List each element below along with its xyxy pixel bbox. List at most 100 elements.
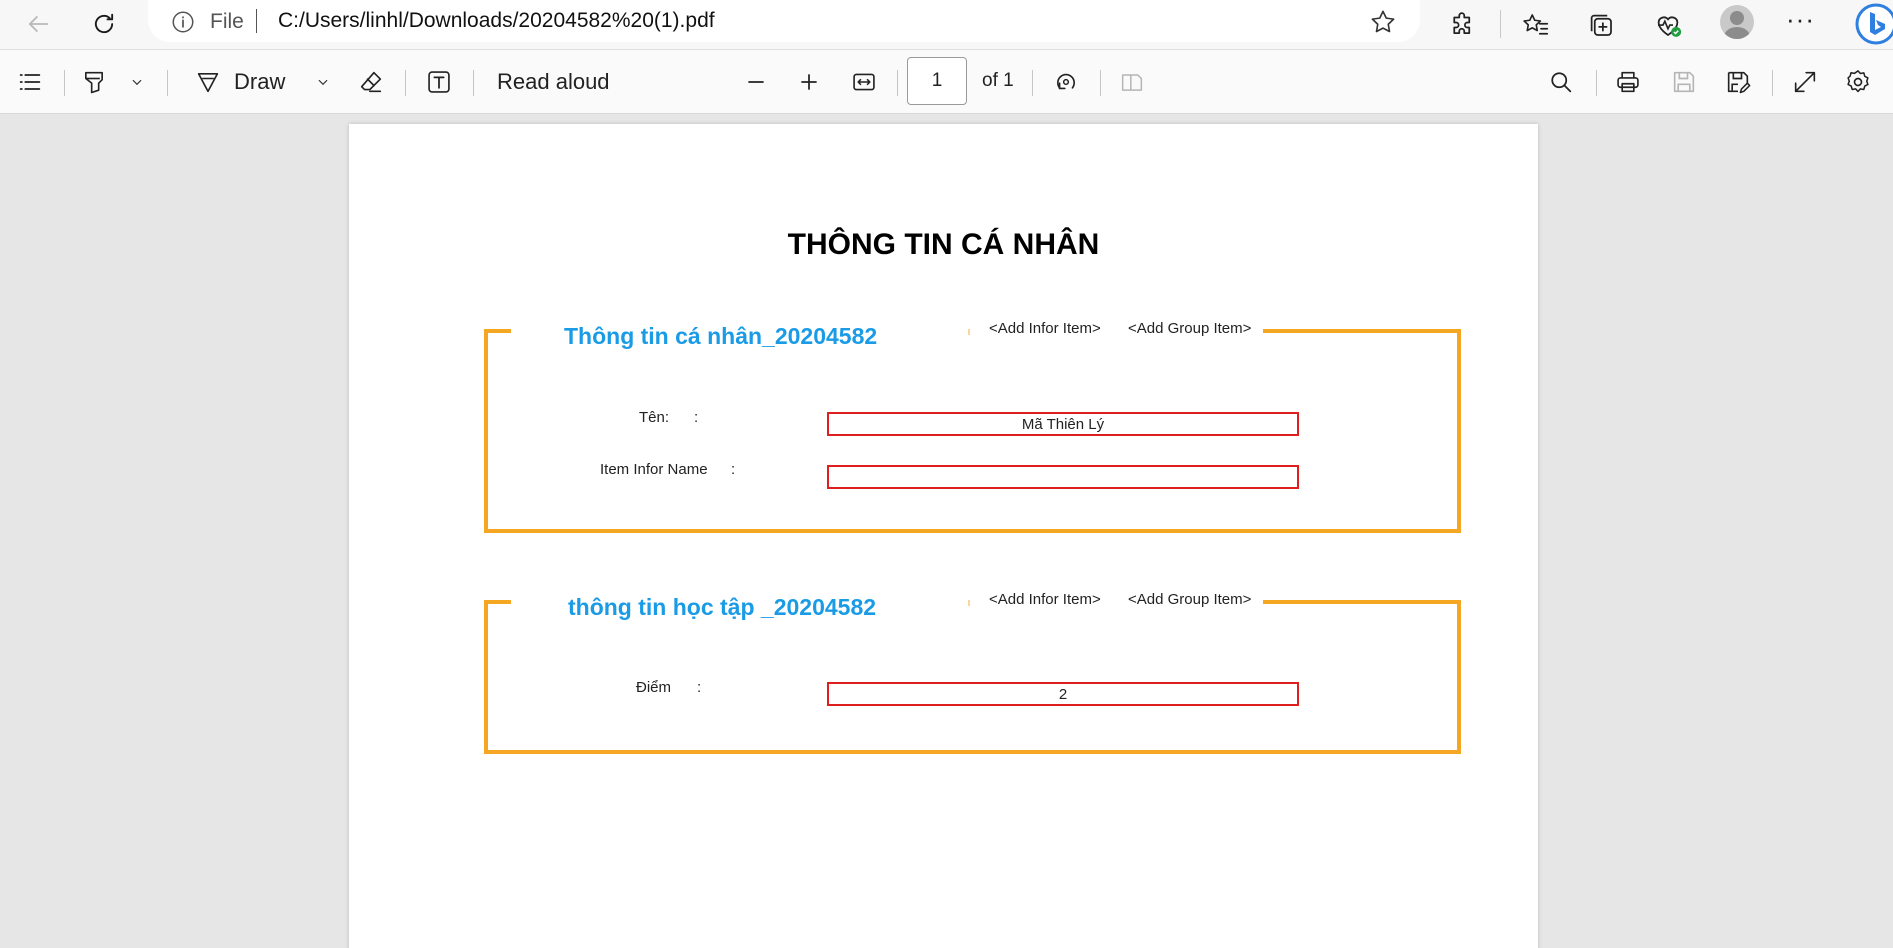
toolbar-separator [1596, 70, 1597, 96]
address-bar[interactable]: File C:/Users/linhl/Downloads/20204582%2… [148, 0, 1420, 42]
fit-width-icon [853, 73, 875, 91]
zoom-in-button[interactable] [795, 63, 823, 101]
save-button [1670, 63, 1698, 101]
back-icon [28, 16, 49, 32]
group-title: thông tin học tập _20204582 [568, 594, 877, 620]
eraser-icon [360, 71, 382, 93]
browser-address-row: File C:/Users/linhl/Downloads/20204582%2… [0, 0, 1893, 49]
toolbar-separator [167, 70, 168, 96]
gear-icon [1847, 70, 1869, 93]
group-frame-tick [968, 329, 970, 335]
page-view-icon [1121, 74, 1143, 91]
browser-essentials-button[interactable] [1648, 5, 1688, 45]
highlighter-icon [85, 71, 103, 94]
back-button[interactable] [18, 4, 58, 44]
group-frame-top-left [484, 329, 511, 333]
toolbar-separator [405, 70, 406, 96]
pdf-toolbar: Draw Read aloud of 1 [0, 49, 1893, 114]
add-group-item-link[interactable]: <Add Group Item> [1128, 591, 1251, 608]
toolbar-separator [1772, 70, 1773, 96]
highlight-dropdown[interactable] [128, 63, 146, 101]
settings-button[interactable] [1844, 63, 1872, 101]
extensions-icon [1453, 12, 1471, 34]
name-field[interactable] [827, 412, 1299, 436]
chevron-down-icon [318, 79, 328, 86]
collections-icon [1590, 14, 1612, 36]
favorite-star-icon[interactable] [1368, 7, 1398, 37]
toolbar-separator [1032, 70, 1033, 96]
favorites-icon [1523, 14, 1549, 35]
toolbar-separator [64, 70, 65, 96]
page-view-button [1118, 63, 1146, 101]
group-frame-tick [968, 600, 970, 606]
table-of-contents-icon [19, 74, 41, 90]
search-icon [1551, 72, 1572, 93]
field-label: Item Infor Name [600, 461, 708, 478]
add-group-item-link[interactable]: <Add Group Item> [1128, 320, 1251, 337]
expand-icon [1794, 71, 1816, 93]
group-frame-top-left [484, 600, 511, 604]
highlight-button[interactable] [80, 63, 108, 101]
text-box-icon [428, 71, 450, 93]
draw-pen-icon [197, 73, 219, 93]
copilot-icon[interactable] [1854, 2, 1893, 46]
chevron-down-icon [132, 79, 142, 86]
page-number-input[interactable] [907, 57, 967, 105]
full-screen-button[interactable] [1791, 63, 1819, 101]
search-button[interactable] [1547, 63, 1575, 101]
contents-button[interactable] [16, 63, 44, 101]
document-title: THÔNG TIN CÁ NHÂN [787, 228, 1100, 261]
read-aloud-button[interactable]: Read aloud [497, 63, 610, 101]
group-frame [484, 600, 1461, 754]
browser-essentials-icon [1657, 16, 1682, 37]
plus-icon [801, 74, 817, 90]
favorites-button[interactable] [1516, 5, 1556, 45]
save-as-button[interactable] [1724, 63, 1752, 101]
group-title: Thông tin cá nhân_20204582 [564, 323, 878, 349]
address-separator [256, 9, 257, 33]
toolbar-separator [897, 70, 898, 96]
draw-dropdown[interactable] [314, 63, 332, 101]
minus-icon [748, 81, 764, 83]
print-icon [1617, 71, 1639, 93]
scheme-label: File [210, 10, 244, 33]
group-frame-top-right [1263, 600, 1461, 604]
field-colon: : [694, 409, 699, 426]
info-group-study: thông tin học tập _20204582 <Add Infor I… [484, 591, 1461, 754]
profile-avatar[interactable] [1720, 5, 1754, 39]
save-icon [1673, 71, 1695, 93]
info-group-personal: Thông tin cá nhân_20204582 <Add Infor It… [484, 320, 1461, 533]
pdf-page: THÔNG TIN CÁ NHÂN Thông tin cá nhân_2020… [349, 124, 1538, 948]
field-label: Điểm [636, 679, 672, 696]
url-text[interactable]: C:/Users/linhl/Downloads/20204582%20(1).… [278, 9, 715, 33]
toolbar-separator [1100, 70, 1101, 96]
more-icon[interactable]: ··· [1786, 4, 1815, 35]
item-infor-name-field[interactable] [827, 465, 1299, 489]
group-frame-top-right [1263, 329, 1461, 333]
toolbar-separator [1500, 10, 1501, 38]
field-colon: : [697, 679, 702, 696]
rotate-button[interactable] [1052, 63, 1080, 101]
page-count-label: of 1 [982, 70, 1014, 91]
draw-label: Draw [234, 69, 286, 94]
field-colon: : [731, 461, 736, 478]
refresh-button[interactable] [84, 4, 124, 44]
save-as-icon [1727, 71, 1751, 94]
add-infor-item-link[interactable]: <Add Infor Item> [989, 320, 1101, 337]
refresh-icon [94, 13, 114, 34]
add-text-button[interactable] [425, 63, 453, 101]
read-aloud-label: Read aloud [497, 69, 610, 94]
toolbar-separator [473, 70, 474, 96]
print-button[interactable] [1614, 63, 1642, 101]
score-field[interactable] [827, 682, 1299, 706]
zoom-out-button[interactable] [742, 63, 770, 101]
draw-button[interactable]: Draw [194, 63, 285, 101]
add-infor-item-link[interactable]: <Add Infor Item> [989, 591, 1101, 608]
erase-button[interactable] [357, 63, 385, 101]
collections-button[interactable] [1581, 5, 1621, 45]
info-icon[interactable] [170, 9, 196, 35]
fit-to-width-button[interactable] [850, 63, 878, 101]
extensions-button[interactable] [1443, 5, 1483, 45]
field-label: Tên: [639, 409, 670, 426]
rotate-icon [1057, 73, 1075, 90]
